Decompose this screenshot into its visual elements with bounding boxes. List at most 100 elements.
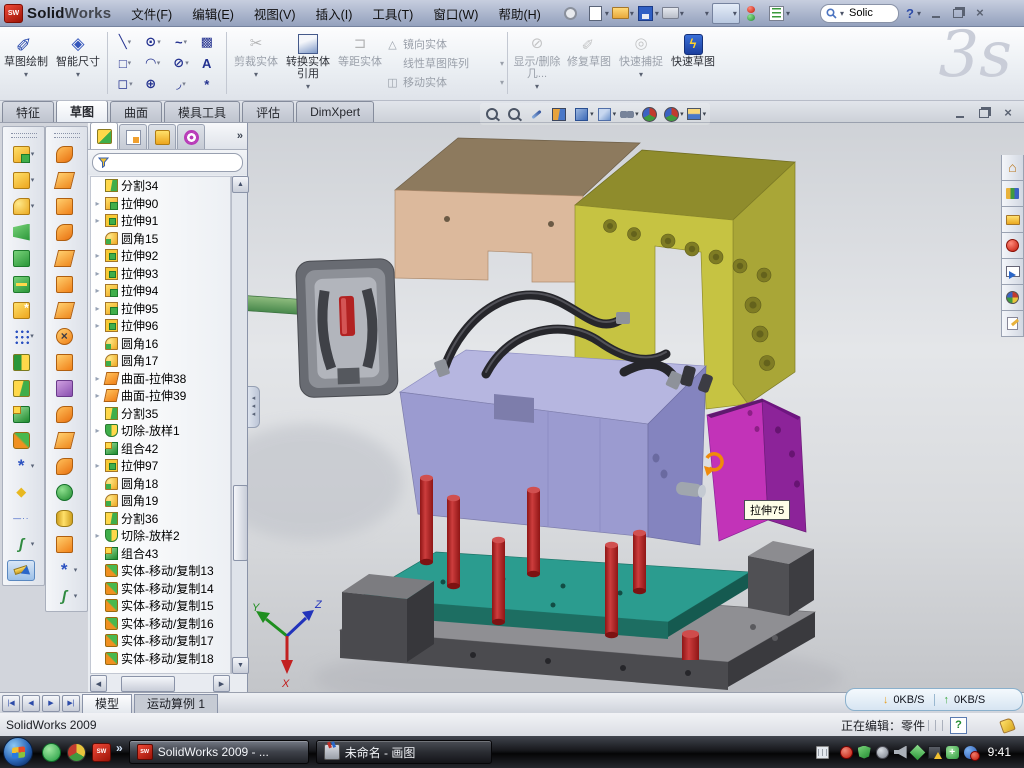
sketch-entity-button[interactable]: ◞ ▾ — [167, 74, 195, 95]
expand-arrow-icon[interactable]: ▸ — [93, 321, 102, 330]
command-button[interactable]: ✂ 剪裁实体 ▾ — [230, 29, 282, 97]
toolbar-button[interactable]: ▾ — [7, 479, 40, 505]
tab-nav-button[interactable]: ◀ — [22, 695, 40, 712]
dropdown-caret-icon[interactable]: ▾ — [635, 110, 639, 118]
dropdown-caret-icon[interactable]: ▾ — [128, 38, 132, 46]
feature-tree-item[interactable]: ▸ 切除-放样1 — [91, 422, 230, 440]
tray-icon[interactable] — [928, 746, 941, 759]
doc-restore-button[interactable] — [974, 105, 994, 121]
quick-tool-button[interactable]: ▾ — [662, 5, 684, 22]
feature-tree-item[interactable]: ▸ 切除-放样2 — [91, 527, 230, 545]
command-button[interactable]: ✎ 草图绘制 ▾ — [0, 29, 52, 97]
command-button[interactable]: ◎ 快速捕捉 ▾ — [615, 29, 667, 97]
scroll-thumb[interactable] — [233, 485, 248, 562]
quick-tool-button[interactable]: ▾ — [743, 5, 765, 22]
feature-tree-item[interactable]: ▸ 圆角18 — [91, 475, 230, 493]
feature-tree-item[interactable]: ▸ 实体-移动/复制18 — [91, 650, 230, 668]
toolbar-button[interactable]: ▾ — [7, 167, 40, 193]
dropdown-caret-icon[interactable]: ▾ — [31, 150, 35, 158]
toolbar-button[interactable]: ▾ — [56, 375, 78, 401]
menu-item[interactable]: 插入(I) — [306, 4, 363, 23]
toolbar-button[interactable]: ▾ — [56, 505, 78, 531]
quick-tips-button[interactable]: ? — [950, 717, 967, 734]
panel-splitter-handle[interactable]: ◂◂◂ — [248, 386, 260, 428]
dropdown-caret-icon[interactable]: ▾ — [680, 110, 684, 118]
restore-button[interactable] — [948, 5, 968, 21]
toolbar-button[interactable]: ▾ — [7, 401, 40, 427]
feature-tree-item[interactable]: ▸ 分割36 — [91, 510, 230, 528]
panel-tab[interactable] — [90, 122, 118, 149]
task-pane-button[interactable] — [1001, 285, 1024, 311]
tray-icon[interactable] — [840, 746, 853, 759]
sketch-entity-button[interactable]: ╲ ▾ — [111, 32, 139, 53]
task-pane-button[interactable] — [1001, 233, 1024, 259]
dropdown-caret-icon[interactable]: ▾ — [31, 202, 35, 210]
panel-overflow-chevron[interactable]: » — [237, 130, 243, 142]
quick-tool-button[interactable]: ▾ — [587, 5, 609, 22]
dropdown-caret-icon[interactable]: ▾ — [24, 69, 28, 81]
menu-item[interactable]: 视图(V) — [244, 4, 306, 23]
toolbar-button[interactable]: ▾ — [7, 453, 40, 479]
minimize-button[interactable] — [926, 5, 946, 21]
task-button[interactable]: 未命名 - 画图 — [316, 740, 492, 764]
expand-arrow-icon[interactable]: ▸ — [93, 461, 102, 470]
view-tool-button[interactable]: ▾ — [687, 107, 707, 122]
close-button[interactable]: × — [970, 5, 990, 21]
tray-icon[interactable] — [964, 746, 977, 759]
command-button[interactable]: ⊘ 显示/删除几... ▾ — [511, 29, 563, 97]
graphics-viewport[interactable]: Y Z X 拉伸75 ⌂ — [248, 122, 1024, 692]
tray-icon[interactable] — [876, 746, 889, 759]
command-button[interactable]: ✎ 修复草图 ▾ — [563, 29, 615, 97]
expand-arrow-icon[interactable]: ▸ — [93, 304, 102, 313]
tab-nav-button[interactable]: ▶ — [42, 695, 60, 712]
toolbar-button[interactable]: ▾ — [56, 245, 78, 271]
feature-tree-item[interactable]: ▸ 实体-移动/复制13 — [91, 562, 230, 580]
tab-nav-button[interactable]: |◀ — [2, 695, 20, 712]
feature-tree-item[interactable]: ▸ 组合43 — [91, 545, 230, 563]
toolbar-button[interactable]: ▾ — [7, 505, 40, 531]
scroll-thumb[interactable] — [121, 676, 175, 692]
toolbar-button[interactable]: ▾ — [56, 557, 78, 583]
quick-tool-button[interactable]: ▾ — [687, 5, 709, 22]
dropdown-caret-icon[interactable]: ▾ — [630, 9, 634, 18]
feature-tree-item[interactable]: ▸ 拉伸93 — [91, 265, 230, 283]
dropdown-caret-icon[interactable]: ▾ — [74, 592, 78, 600]
toolbar-button[interactable]: ▾ — [56, 219, 78, 245]
menu-item[interactable]: 工具(T) — [362, 4, 423, 23]
dropdown-caret-icon[interactable]: ▾ — [157, 38, 161, 46]
feature-tree-item[interactable]: ▸ 拉伸91 — [91, 212, 230, 230]
quick-launch-icon[interactable] — [42, 743, 61, 762]
feature-tree-item[interactable]: ▸ 分割34 — [91, 177, 230, 195]
view-tool-button[interactable]: ▾ — [552, 107, 572, 122]
dropdown-caret-icon[interactable]: ▾ — [30, 332, 34, 340]
doc-close-button[interactable]: × — [998, 105, 1018, 121]
dropdown-caret-icon[interactable]: ▾ — [31, 462, 35, 470]
view-tool-button[interactable]: ▾ — [529, 107, 549, 122]
dropdown-caret-icon[interactable]: ▾ — [76, 69, 80, 81]
toolbar-button[interactable]: ▾ — [56, 297, 78, 323]
sketch-entity-button[interactable]: ◻ ▾ — [111, 74, 139, 95]
ribbon-tab[interactable]: 曲面 — [110, 101, 162, 122]
quick-tool-button[interactable]: ▾ — [637, 5, 659, 22]
task-pane-button[interactable] — [1001, 311, 1024, 337]
sketch-entity-button[interactable]: A ▾ — [195, 53, 223, 74]
quick-tool-button[interactable]: ▾ — [612, 5, 634, 22]
dropdown-caret-icon[interactable]: ▾ — [605, 9, 609, 18]
quick-launch-icon[interactable]: SW — [92, 743, 111, 762]
dropdown-caret-icon[interactable]: ▾ — [705, 9, 709, 18]
tray-icon[interactable] — [894, 746, 907, 759]
toolbar-button[interactable]: ▾ — [56, 141, 78, 167]
task-button[interactable]: SW SolidWorks 2009 - ... — [129, 740, 309, 764]
dropdown-caret-icon[interactable]: ▾ — [639, 69, 643, 81]
sketch-entity-button[interactable]: ~ ▾ — [167, 32, 195, 53]
dropdown-caret-icon[interactable]: ▾ — [129, 80, 133, 88]
feature-tree-item[interactable]: ▸ 实体-移动/复制17 — [91, 632, 230, 650]
task-pane-button[interactable] — [1001, 181, 1024, 207]
dropdown-caret-icon[interactable]: ▾ — [182, 80, 186, 88]
feature-tree-item[interactable]: ▸ 圆角15 — [91, 230, 230, 248]
dropdown-caret-icon[interactable]: ▾ — [128, 59, 132, 67]
panel-tab[interactable] — [119, 124, 147, 149]
tray-icon[interactable] — [858, 746, 871, 759]
network-speed-widget[interactable]: ↓ 0KB/S ↑ 0KB/S — [845, 688, 1023, 711]
ribbon-tab[interactable]: DimXpert — [296, 101, 374, 122]
